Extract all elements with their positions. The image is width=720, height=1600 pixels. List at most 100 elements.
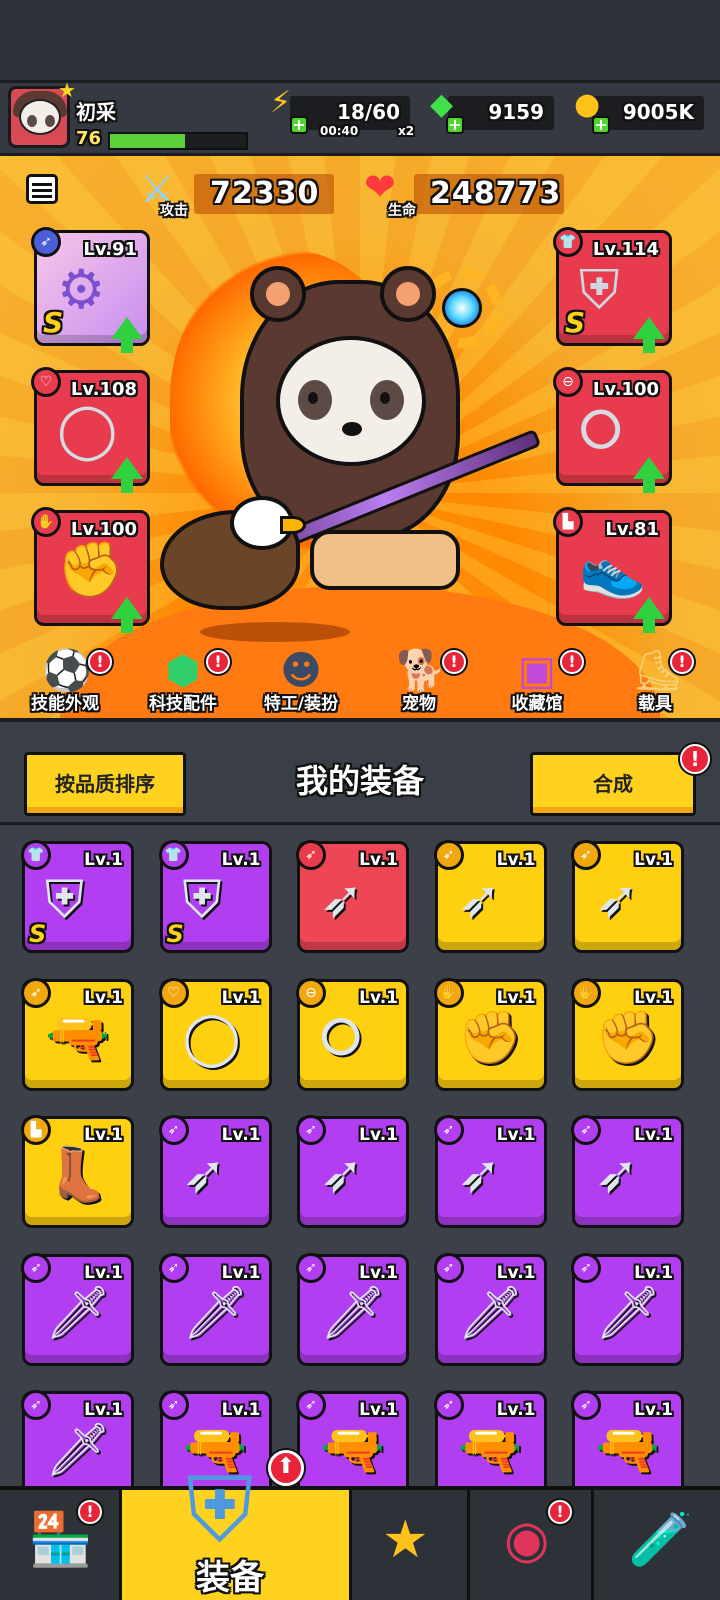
- kunai-type-icon: ➶: [296, 1115, 326, 1145]
- armor-type-icon: 👕: [21, 840, 51, 870]
- inventory-item-katana[interactable]: ➶ Lv.1 🗡: [21, 1390, 134, 1486]
- bottom-nav-shop[interactable]: 🏪 !: [0, 1490, 122, 1600]
- gauntlet-icon: ✊: [57, 538, 125, 601]
- revolver-type-icon: ➶: [158, 1390, 189, 1420]
- revolver-type-icon: ➶: [296, 1390, 326, 1420]
- vip-star-icon: ★: [58, 78, 76, 102]
- revolver-icon: 🔫: [457, 1420, 523, 1480]
- inventory-item-boots[interactable]: ▙ Lv.1 👢: [21, 1115, 134, 1228]
- slot-level: Lv.81: [605, 519, 659, 540]
- katana-type-icon: ➶: [571, 1252, 601, 1283]
- slot-boots[interactable]: ▙ Lv.81 👟: [553, 507, 672, 633]
- add-gems-button[interactable]: +: [446, 116, 464, 134]
- bottom-nav: 🏪 ! ⛨ ⬆ 装备 ★ ◉ ! 🧪: [0, 1450, 720, 1600]
- inventory-item-gloves[interactable]: ✋ Lv.1 ✊: [571, 977, 684, 1091]
- quick-nav-collection[interactable]: ▣ ! 收藏馆: [482, 640, 592, 718]
- inventory-item-kunai[interactable]: ➶ Lv.1 ➶: [433, 1115, 547, 1228]
- inventory-item-armor[interactable]: 👕 Lv.1 ⛨ S: [21, 840, 134, 953]
- star-belt-icon: ⭘: [579, 398, 623, 461]
- kunai-type-icon: ➶: [433, 1115, 464, 1145]
- inventory-item-katana[interactable]: ➶ Lv.1 🗡: [571, 1252, 684, 1366]
- item-level: Lv.1: [496, 987, 536, 1008]
- add-coins-button[interactable]: +: [592, 116, 610, 134]
- inventory-item-katana[interactable]: ➶ Lv.1 🗡: [433, 1252, 547, 1366]
- inventory-item-revolver[interactable]: ➶ Lv.1 🔫: [296, 1390, 409, 1486]
- inventory-item-kunai[interactable]: ➶ Lv.1 ➶: [571, 1115, 684, 1228]
- inventory-item-revolver[interactable]: ➶ Lv.1 🔫: [571, 1390, 684, 1486]
- alert-badge: !: [670, 650, 694, 674]
- sort-by-quality-button[interactable]: 按品质排序: [24, 752, 186, 816]
- hero-eye: [370, 380, 404, 420]
- energy-timer: 00:40: [320, 124, 359, 138]
- slot-level: Lv.108: [70, 379, 137, 400]
- rarity-s-mark: S: [43, 306, 64, 339]
- menu-list-button[interactable]: [26, 174, 58, 204]
- item-level: Lv.1: [221, 850, 261, 870]
- gloves-icon: ✊: [595, 1007, 660, 1068]
- quick-nav-pet[interactable]: 🐕 ! 宠物: [364, 640, 474, 718]
- slot-gloves[interactable]: ✋ Lv.100 ✊: [31, 507, 150, 633]
- slot-weapon[interactable]: ➶ Lv.91 ⚙ S: [31, 227, 150, 353]
- inventory-item-katana[interactable]: ➶ Lv.1 🗡: [296, 1252, 409, 1366]
- belt-icon: ⭘: [320, 1007, 362, 1068]
- item-level: Lv.1: [84, 1400, 123, 1420]
- tech-part-icon: ⬢: [165, 648, 201, 694]
- quick-nav-label: 技能外观: [31, 694, 99, 714]
- inventory-item-necklace[interactable]: ♡ Lv.1 ◯: [158, 977, 272, 1091]
- boots-icon: 👢: [45, 1145, 110, 1205]
- bottom-nav-evolution[interactable]: 🧪: [594, 1490, 720, 1600]
- inventory-item-belt[interactable]: ⊖ Lv.1 ⭘: [296, 977, 409, 1091]
- slot-level: Lv.100: [592, 379, 659, 400]
- bottom-nav-events[interactable]: ◉ !: [470, 1490, 594, 1600]
- attack-value: 72330: [210, 176, 320, 211]
- katana-icon: 🗡: [457, 1282, 524, 1343]
- necklace-icon: ◯: [182, 1007, 241, 1068]
- sneaker-icon: 👟: [579, 538, 647, 601]
- inventory-item-armor[interactable]: 👕 Lv.1 ⛨ S: [158, 840, 272, 953]
- katana-icon: 🗡: [182, 1282, 249, 1343]
- quick-nav-vehicle[interactable]: ⛸ ! 载具: [600, 640, 710, 718]
- hero-character[interactable]: [160, 240, 560, 660]
- quick-nav-agent-costume[interactable]: ☻ 特工/装扮: [246, 640, 356, 718]
- quick-nav-tech-parts[interactable]: ⬢ ! 科技配件: [128, 640, 238, 718]
- inventory-item-gloves[interactable]: ✋ Lv.1 ✊: [433, 977, 547, 1091]
- merge-button[interactable]: 合成: [530, 752, 696, 816]
- katana-type-icon: ➶: [433, 1252, 464, 1283]
- item-level: Lv.1: [221, 987, 261, 1008]
- kunai-icon: ➶: [595, 870, 639, 930]
- inventory-item-katana[interactable]: ➶ Lv.1 🗡: [158, 1252, 272, 1366]
- bottom-nav-battle[interactable]: ★: [352, 1490, 470, 1600]
- inventory-item-kunai[interactable]: ➶ Lv.1 ➶: [296, 1115, 409, 1228]
- inventory-item-kunai[interactable]: ➶ Lv.1 ➶: [158, 1115, 272, 1228]
- inventory-item-kunai[interactable]: ➶ Lv.1 ➶: [296, 840, 409, 953]
- bottom-nav-equipment[interactable]: ⛨ ⬆ 装备: [122, 1450, 352, 1600]
- armor-icon: ⛨: [182, 870, 222, 930]
- item-level: Lv.1: [84, 850, 123, 870]
- upgrade-available-icon: ⬆: [268, 1450, 304, 1486]
- item-level: Lv.1: [634, 1400, 673, 1420]
- add-energy-button[interactable]: +: [290, 116, 308, 134]
- item-level: Lv.1: [496, 1262, 536, 1283]
- item-level: Lv.1: [496, 1125, 536, 1145]
- rarity-s-mark: S: [565, 306, 586, 339]
- inventory-item-katana[interactable]: ➶ Lv.1 🗡: [21, 1252, 134, 1366]
- health-stat: 248773: [414, 174, 564, 214]
- inventory-item-revolver[interactable]: ➶ Lv.1 🔫: [433, 1390, 547, 1486]
- slot-level: Lv.114: [592, 239, 659, 260]
- slot-necklace[interactable]: ♡ Lv.108 ◯: [31, 367, 150, 493]
- quick-nav-label: 收藏馆: [511, 694, 563, 714]
- quick-nav-label: 科技配件: [149, 694, 217, 714]
- kunai-icon: ➶: [457, 870, 502, 930]
- item-level: Lv.1: [221, 1400, 261, 1420]
- hero-nose: [342, 422, 362, 436]
- slot-armor[interactable]: 👕 Lv.114 ⛨ S: [553, 227, 672, 353]
- battle-star-icon: ★: [382, 1510, 429, 1570]
- quick-nav-skill-skin[interactable]: ⚽ ! 技能外观: [10, 640, 120, 718]
- inventory-item-revolver[interactable]: ➶ Lv.1 🔫: [21, 977, 134, 1091]
- katana-type-icon: ➶: [158, 1252, 189, 1283]
- slot-belt[interactable]: ⊖ Lv.100 ⭘: [553, 367, 672, 493]
- inventory-item-kunai[interactable]: ➶ Lv.1 ➶: [433, 840, 547, 953]
- item-level: Lv.1: [84, 987, 123, 1008]
- inventory-item-kunai[interactable]: ➶ Lv.1 ➶: [571, 840, 684, 953]
- quick-nav-label: 载具: [638, 694, 672, 714]
